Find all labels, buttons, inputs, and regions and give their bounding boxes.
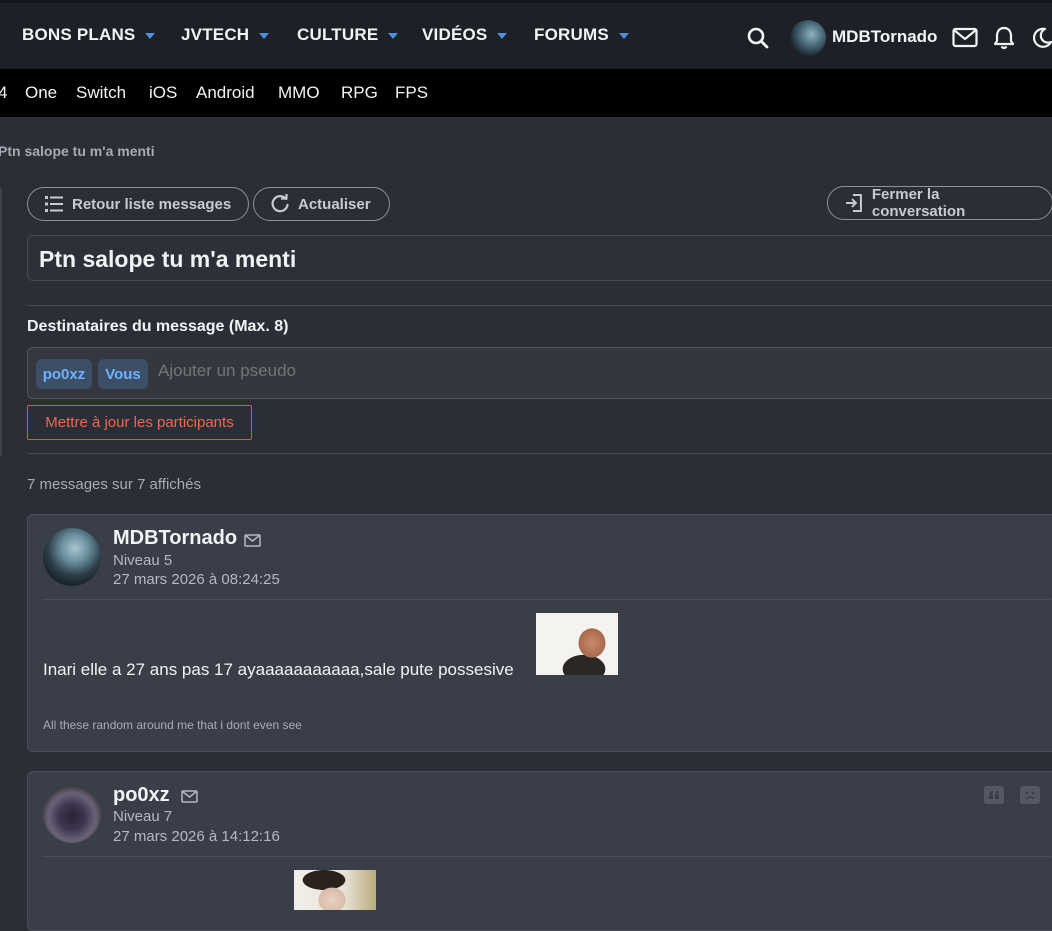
avatar[interactable] — [43, 785, 101, 843]
message-count: 7 messages sur 7 affichés — [27, 476, 201, 493]
nav-culture[interactable]: CULTURE — [297, 25, 399, 45]
bell-icon[interactable] — [992, 25, 1016, 51]
message-author[interactable]: MDBTornado — [113, 527, 237, 550]
recipient-chip[interactable]: Vous — [98, 359, 148, 389]
username[interactable]: MDBTornado — [832, 27, 937, 47]
avatar[interactable] — [43, 528, 101, 586]
subnav-item[interactable]: RPG — [341, 83, 378, 103]
conversation-title-field[interactable]: Ptn salope tu m'a menti — [27, 235, 1052, 281]
divider — [43, 599, 1051, 600]
subnav-item[interactable]: MMO — [278, 83, 320, 103]
refresh-label: Actualiser — [298, 195, 371, 213]
subnav-item[interactable]: One — [25, 83, 57, 103]
message-date[interactable]: 27 mars 2026 à 08:24:25 — [113, 571, 280, 588]
report-icon[interactable] — [1020, 786, 1040, 804]
subnav-item[interactable]: FPS — [395, 83, 428, 103]
chevron-down-icon — [145, 33, 156, 39]
divider — [43, 856, 1051, 857]
subnav-item[interactable]: 4 — [0, 83, 7, 103]
author-level: Niveau 7 — [113, 808, 173, 825]
refresh-button[interactable]: Actualiser — [253, 187, 390, 221]
recipients-field[interactable]: po0xz Vous — [27, 347, 1052, 399]
nav-label: BONS PLANS — [22, 25, 136, 44]
chevron-down-icon — [259, 33, 270, 39]
chevron-down-icon — [497, 33, 508, 39]
avatar[interactable] — [790, 20, 826, 56]
close-conversation-label: Fermer la conversation — [871, 186, 966, 220]
refresh-icon — [271, 194, 289, 213]
breadcrumb[interactable]: Ptn salope tu m'a menti — [0, 143, 155, 159]
back-to-list-button[interactable]: Retour liste messages — [27, 187, 249, 221]
list-icon — [45, 196, 63, 212]
nav-jvtech[interactable]: JVTECH — [181, 25, 270, 45]
add-recipient-input[interactable] — [158, 361, 458, 381]
conversation-title: Ptn salope tu m'a menti — [39, 246, 297, 272]
quote-icon[interactable] — [984, 786, 1004, 804]
update-participants-button[interactable]: Mettre à jour les participants — [27, 405, 252, 440]
nav-bons-plans[interactable]: BONS PLANS — [22, 25, 156, 45]
recipients-label: Destinataires du message (Max. 8) — [27, 318, 289, 335]
nav-videos[interactable]: VIDÉOS — [422, 25, 508, 45]
signature: All these random around me that i dont e… — [43, 718, 302, 732]
exit-door-icon — [845, 194, 862, 212]
mail-icon[interactable] — [244, 534, 261, 547]
nav-forums[interactable]: FORUMS — [534, 25, 629, 45]
subnav-item[interactable]: Android — [196, 83, 255, 103]
chevron-down-icon — [388, 33, 399, 39]
close-conversation-button[interactable]: Fermer la conversation — [827, 186, 1052, 220]
top-navbar: BONS PLANS JVTECH CULTURE VIDÉOS FORUMS … — [0, 0, 1052, 69]
divider — [0, 188, 2, 456]
chevron-down-icon — [618, 33, 629, 39]
divider — [27, 305, 1052, 306]
laughing-man-sticker — [536, 613, 618, 675]
mail-icon[interactable] — [952, 27, 978, 49]
search-icon[interactable] — [746, 26, 770, 50]
mail-icon[interactable] — [181, 790, 198, 803]
nav-label: JVTECH — [181, 25, 250, 44]
nav-label: FORUMS — [534, 25, 609, 44]
message-date[interactable]: 27 mars 2026 à 14:12:16 — [113, 828, 280, 845]
back-to-list-label: Retour liste messages — [72, 195, 232, 213]
sub-navbar: 4 One Switch iOS Android MMO RPG FPS — [0, 69, 1052, 117]
author-level: Niveau 5 — [113, 552, 173, 569]
subnav-item[interactable]: Switch — [76, 83, 126, 103]
recipient-chip[interactable]: po0xz — [36, 359, 92, 389]
divider — [27, 453, 1052, 454]
sticker-image — [294, 870, 376, 910]
nav-label: VIDÉOS — [422, 25, 488, 44]
message-card: MDBTornado Niveau 5 27 mars 2026 à 08:24… — [27, 514, 1052, 752]
moon-icon[interactable] — [1030, 26, 1052, 50]
subnav-item[interactable]: iOS — [149, 83, 177, 103]
message-text: Inari elle a 27 ans pas 17 ayaaaaaaaaaaa… — [43, 660, 514, 679]
message-card: po0xz Niveau 7 27 mars 2026 à 14:12:16 — [27, 771, 1052, 931]
message-author[interactable]: po0xz — [113, 784, 170, 807]
nav-label: CULTURE — [297, 25, 379, 44]
